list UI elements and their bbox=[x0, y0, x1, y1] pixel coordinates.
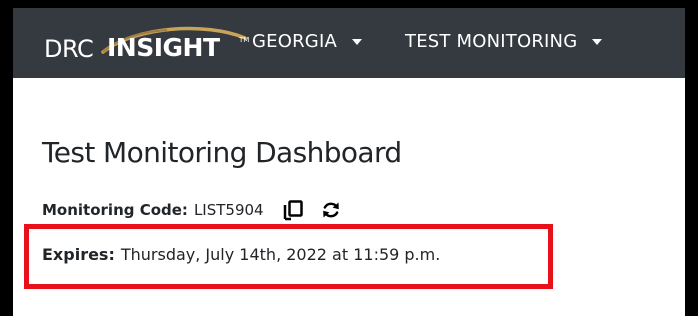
logo-trademark: TM bbox=[239, 36, 250, 44]
refresh-icon[interactable] bbox=[320, 199, 342, 221]
page-title: Test Monitoring Dashboard bbox=[42, 136, 402, 169]
top-navbar: DRC INSIGHT TM GEORGIA TEST MONITORING bbox=[13, 8, 685, 78]
nav-dropdown-state[interactable]: GEORGIA bbox=[252, 28, 362, 54]
caret-down-icon bbox=[592, 39, 603, 45]
monitoring-code-value: LIST5904 bbox=[193, 201, 264, 219]
expires-row: Expires: Thursday, July 14th, 2022 at 11… bbox=[42, 242, 440, 266]
caret-down-icon bbox=[351, 39, 362, 45]
drc-insight-logo[interactable]: DRC INSIGHT TM bbox=[41, 24, 251, 68]
nav-dropdown-state-label: GEORGIA bbox=[252, 30, 337, 52]
expires-value: Thursday, July 14th, 2022 at 11:59 p.m. bbox=[120, 244, 441, 264]
logo-text-insight: INSIGHT bbox=[107, 33, 220, 62]
logo-text-drc: DRC bbox=[44, 35, 94, 63]
monitoring-code-row: Monitoring Code: LIST5904 bbox=[42, 198, 342, 222]
expires-label: Expires: bbox=[42, 244, 115, 264]
app-window: DRC INSIGHT TM GEORGIA TEST MONITORING T… bbox=[13, 8, 685, 316]
monitoring-code-label: Monitoring Code: bbox=[42, 201, 188, 219]
copy-icon[interactable] bbox=[282, 199, 304, 221]
nav-dropdown-application-label: TEST MONITORING bbox=[405, 30, 578, 52]
nav-dropdown-application[interactable]: TEST MONITORING bbox=[405, 28, 603, 54]
